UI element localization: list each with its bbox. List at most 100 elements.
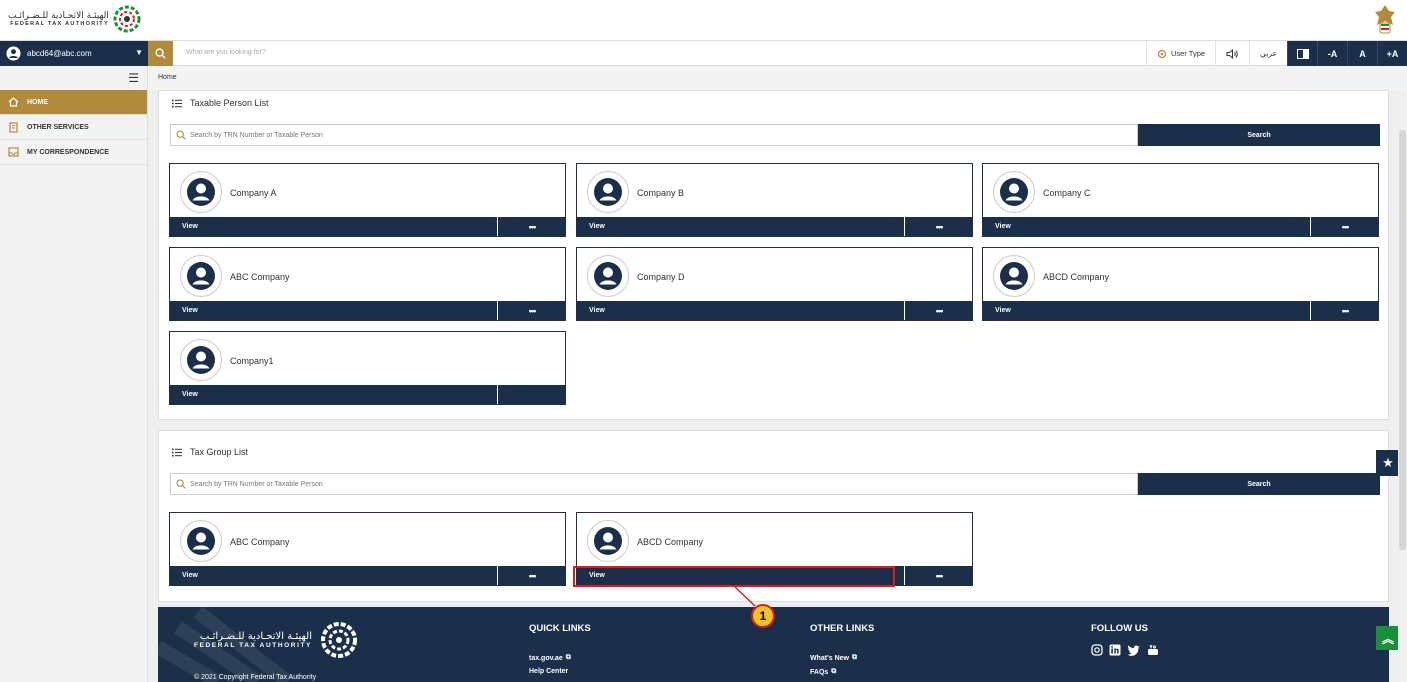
fta-emblem-icon — [320, 622, 357, 658]
taxable-person-search-input[interactable]: Search by TRN Number or Taxable Person — [170, 124, 1138, 146]
avatar — [180, 520, 222, 562]
more-options-icon[interactable] — [498, 385, 566, 404]
company-name: ABC Company — [230, 272, 290, 282]
user-avatar-icon — [187, 527, 215, 555]
language-switch[interactable]: عربي — [1249, 41, 1287, 66]
twitter-icon[interactable] — [1127, 644, 1141, 656]
sidebar-item-home[interactable]: HOME — [0, 90, 147, 115]
view-button[interactable]: View — [995, 223, 1011, 230]
font-decrease-button[interactable]: -A — [1317, 41, 1347, 66]
more-options-icon[interactable]: ••• — [498, 301, 566, 320]
favorites-star-button[interactable]: ★ — [1376, 450, 1400, 476]
taxable-person-card: Company B View ••• — [576, 163, 973, 237]
view-button[interactable]: View — [589, 307, 605, 314]
user-avatar-icon — [6, 46, 21, 61]
more-options-icon[interactable]: ••• — [1311, 301, 1379, 320]
font-normal-button[interactable]: A — [1347, 41, 1377, 66]
global-search-button[interactable] — [148, 41, 173, 66]
tax-group-search-button[interactable]: Search — [1138, 473, 1380, 495]
breadcrumb[interactable]: Home — [158, 74, 177, 81]
taxable-person-card: Company D View ••• — [576, 247, 973, 321]
more-options-icon[interactable]: ••• — [905, 217, 973, 236]
user-avatar-icon — [187, 178, 215, 206]
contrast-toggle[interactable] — [1287, 41, 1317, 66]
list-icon — [172, 99, 182, 107]
scroll-top-button[interactable]: ︽ — [1376, 626, 1400, 650]
chevron-down-icon[interactable]: ▼ — [135, 48, 143, 57]
view-button[interactable]: View — [995, 307, 1011, 314]
taxable-person-card: Company A View ••• — [169, 163, 566, 237]
card-footer: View ••• — [577, 217, 972, 236]
building-icon — [9, 121, 18, 133]
footer-link-help-center[interactable]: Help Center — [529, 668, 591, 675]
view-button[interactable]: View — [182, 391, 198, 398]
view-button[interactable]: View — [182, 572, 198, 579]
user-avatar-icon — [1000, 178, 1028, 206]
follow-us-title: FOLLOW US — [1091, 623, 1148, 634]
quick-links-title: QUICK LINKS — [529, 623, 591, 634]
sidebar-item-other-services[interactable]: OTHER SERVICES — [0, 115, 147, 140]
top-header: الهيئـة الاتحـادية للـضـرائـب FEDERAL TA… — [0, 0, 1407, 41]
user-avatar-icon — [594, 262, 622, 290]
view-button[interactable]: View — [182, 223, 198, 230]
global-search-input[interactable]: What are you looking for? — [186, 49, 266, 56]
tax-group-search-input[interactable]: Search by TRN Number or Taxable Person — [170, 473, 1138, 495]
sidebar-item-label: MY CORRESPONDENCE — [27, 148, 109, 156]
avatar — [587, 255, 629, 297]
audio-button[interactable] — [1215, 41, 1249, 66]
scrollbar[interactable] — [1398, 90, 1407, 682]
footer-link-whats-new[interactable]: What's New ⧉ — [810, 654, 874, 662]
fta-logo[interactable]: الهيئـة الاتحـادية للـضـرائـب FEDERAL TA… — [8, 5, 141, 33]
avatar — [180, 339, 222, 381]
view-button[interactable]: View — [182, 307, 198, 314]
panel-title: Taxable Person List — [172, 98, 269, 108]
scrollbar-thumb[interactable] — [1399, 130, 1406, 550]
avatar — [993, 171, 1035, 213]
more-options-icon[interactable]: ••• — [1311, 217, 1379, 236]
hamburger-menu-icon[interactable]: ☰ — [0, 66, 147, 90]
company-name: ABCD Company — [637, 537, 704, 547]
card-footer: View ••• — [170, 301, 565, 320]
more-options-icon[interactable]: ••• — [498, 217, 566, 236]
gear-icon — [1157, 49, 1167, 58]
footer-logo[interactable]: الهيئـة الاتحـادية للـضـرائـب FEDERAL TA… — [194, 621, 358, 659]
panel-title: Tax Group List — [172, 447, 248, 457]
more-options-icon[interactable]: ••• — [498, 566, 566, 585]
quick-links-column: QUICK LINKS tax.gov.ae ⧉ Help Center — [529, 623, 591, 681]
follow-us-column: FOLLOW US — [1091, 623, 1159, 656]
footer-link-faqs[interactable]: FAQs ⧉ — [810, 668, 874, 676]
search-placeholder: Search by TRN Number or Taxable Person — [190, 480, 323, 488]
youtube-icon[interactable] — [1147, 644, 1159, 656]
user-type-label: User Type — [1171, 49, 1206, 58]
footer-link-tax-gov[interactable]: tax.gov.ae ⧉ — [529, 654, 591, 662]
tax-group-list-title: Tax Group List — [190, 447, 249, 457]
more-options-icon[interactable]: ••• — [905, 566, 973, 585]
taxable-person-search-button[interactable]: Search — [1138, 124, 1380, 146]
avatar — [180, 255, 222, 297]
main-content: Taxable Person List Search by TRN Number… — [148, 90, 1407, 682]
search-icon — [176, 130, 186, 140]
more-options-icon[interactable]: ••• — [905, 301, 973, 320]
search-icon — [176, 479, 186, 489]
fta-emblem-icon — [113, 5, 141, 33]
company-name: Company A — [230, 188, 277, 198]
company-name: ABCD Company — [1043, 272, 1110, 282]
user-menu[interactable]: abcd64@abc.com ▼ — [0, 41, 148, 66]
company-name: Company C — [1043, 188, 1091, 198]
link-label: What's New — [810, 654, 850, 662]
inbox-icon — [8, 147, 19, 157]
font-increase-button[interactable]: +A — [1377, 41, 1407, 66]
sidebar-item-my-correspondence[interactable]: MY CORRESPONDENCE — [0, 140, 147, 165]
user-type-button[interactable]: User Type — [1146, 41, 1215, 66]
instagram-icon[interactable] — [1091, 644, 1103, 656]
star-icon: ★ — [1382, 455, 1394, 470]
company-name: Company1 — [230, 356, 274, 366]
card-footer: View — [170, 385, 565, 404]
sidebar-item-label: HOME — [27, 98, 48, 106]
home-icon — [8, 97, 19, 107]
list-icon — [172, 448, 182, 456]
taxable-person-list-panel: Taxable Person List Search by TRN Number… — [158, 90, 1389, 420]
taxable-person-card: Company1 View — [169, 331, 566, 405]
linkedin-icon[interactable] — [1109, 644, 1121, 656]
view-button[interactable]: View — [589, 223, 605, 230]
